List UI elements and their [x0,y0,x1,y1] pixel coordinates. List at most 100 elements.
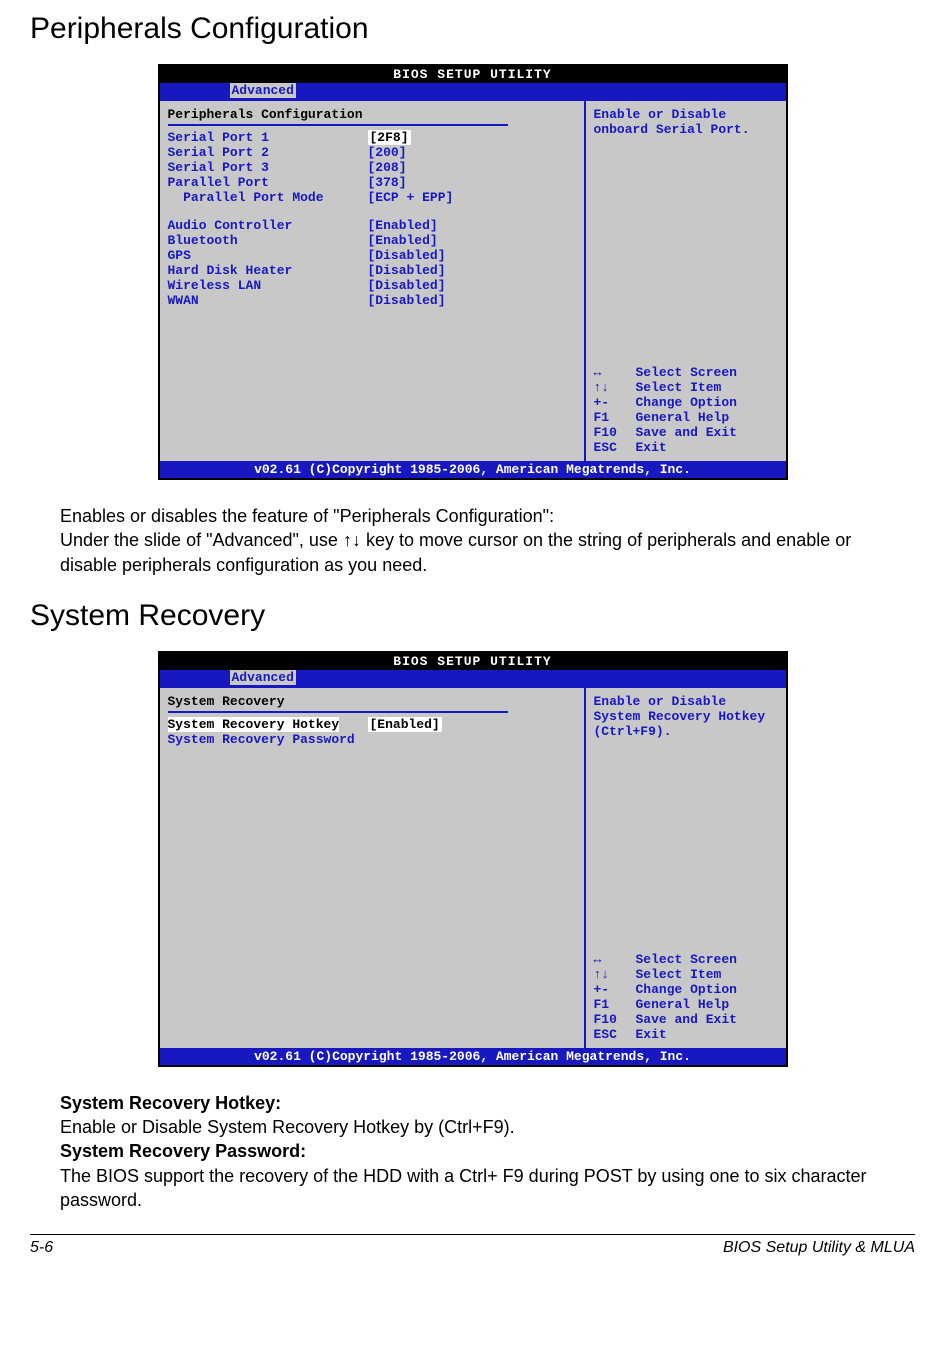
key-desc: Change Option [636,982,737,997]
key-desc: General Help [636,997,730,1012]
key-hint: ↔Select Screen [594,952,778,967]
bios-main-panel: System Recovery System Recovery Hotkey[E… [160,688,586,1048]
setting-value: [Enabled] [368,717,442,732]
bios-screenshot-peripherals: BIOS SETUP UTILITY Advanced Peripherals … [158,64,788,480]
bios-setting-row: Serial Port 2 [200] [168,145,576,160]
setting-label: Audio Controller [168,218,368,233]
key-hint: F10Save and Exit [594,425,778,440]
key-name: F10 [594,1012,636,1027]
bios-setting-row: Hard Disk Heater [Disabled] [168,263,576,278]
key-name: +- [594,395,636,410]
recovery-description: System Recovery Hotkey: Enable or Disabl… [60,1091,885,1212]
setting-label: Serial Port 1 [168,130,368,145]
setting-value: [208] [368,160,407,175]
bios-tabbar: Advanced [160,83,786,101]
bios-setting-row: System Recovery Hotkey[Enabled] [168,717,576,732]
footer-title: BIOS Setup Utility & MLUA [723,1239,915,1257]
key-desc: Save and Exit [636,425,737,440]
key-desc: Select Screen [636,952,737,967]
bios-tab-advanced: Advanced [230,670,296,685]
divider [168,124,508,126]
key-hint: F1General Help [594,997,778,1012]
key-hint: +-Change Option [594,982,778,997]
key-name: F1 [594,997,636,1012]
setting-label: WWAN [168,293,368,308]
setting-label: Bluetooth [168,233,368,248]
bios-setting-row: Wireless LAN [Disabled] [168,278,576,293]
bios-setting-row: System Recovery Password [168,732,576,747]
setting-label: System Recovery Password [168,732,368,747]
peripherals-description: Enables or disables the feature of "Peri… [60,504,885,577]
key-desc: Exit [636,1027,667,1042]
key-name: ↑↓ [594,380,636,395]
key-desc: Change Option [636,395,737,410]
bios-title: BIOS SETUP UTILITY [160,653,786,670]
bios-key-legend: ↔Select Screen↑↓Select Item+-Change Opti… [594,952,778,1042]
key-desc: Select Screen [636,365,737,380]
heading-system-recovery: System Recovery [30,599,915,633]
key-hint: +-Change Option [594,395,778,410]
setting-value: [Enabled] [368,218,438,233]
key-hint: ESCExit [594,1027,778,1042]
updown-arrow-icon: ↑↓ [343,530,361,550]
setting-value: [Disabled] [368,293,446,308]
key-name: ↔ [594,952,636,967]
bios-setting-row: Audio Controller [Enabled] [168,218,576,233]
bios-setting-row: WWAN [Disabled] [168,293,576,308]
setting-label: GPS [168,248,368,263]
key-name: ESC [594,1027,636,1042]
key-hint: ↑↓Select Item [594,380,778,395]
setting-value: [ECP + EPP] [368,190,454,205]
heading-peripherals: Peripherals Configuration [30,12,915,46]
key-name: F10 [594,425,636,440]
key-name: ↔ [594,365,636,380]
bios-setting-row: Parallel Port [378] [168,175,576,190]
setting-value: [Enabled] [368,233,438,248]
bios-side-panel: Enable or Disable onboard Serial Port. ↔… [586,101,786,461]
setting-value: [378] [368,175,407,190]
setting-label: Parallel Port Mode [168,190,368,205]
bios-panel-title: System Recovery [168,694,576,709]
bios-main-panel: Peripherals Configuration Serial Port 1 … [160,101,586,461]
bios-copyright: v02.61 (C)Copyright 1985-2006, American … [160,1048,786,1065]
bios-help-text: Enable or Disable System Recovery Hotkey… [594,694,778,784]
bios-screenshot-recovery: BIOS SETUP UTILITY Advanced System Recov… [158,651,788,1067]
bios-setting-row: Parallel Port Mode [ECP + EPP] [168,190,576,205]
key-desc: Save and Exit [636,1012,737,1027]
setting-label: Hard Disk Heater [168,263,368,278]
bios-copyright: v02.61 (C)Copyright 1985-2006, American … [160,461,786,478]
bios-key-legend: ↔Select Screen↑↓Select Item+-Change Opti… [594,365,778,455]
setting-label: System Recovery Hotkey [168,717,368,732]
page-number: 5-6 [30,1239,53,1257]
bios-help-text: Enable or Disable onboard Serial Port. [594,107,778,197]
bios-title: BIOS SETUP UTILITY [160,66,786,83]
key-name: +- [594,982,636,997]
key-name: F1 [594,410,636,425]
setting-value: [Disabled] [368,248,446,263]
setting-value: [Disabled] [368,263,446,278]
setting-label: Wireless LAN [168,278,368,293]
key-desc: General Help [636,410,730,425]
key-name: ESC [594,440,636,455]
bios-setting-row: Serial Port 3 [208] [168,160,576,175]
bios-setting-row: GPS [Disabled] [168,248,576,263]
page-footer: 5-6 BIOS Setup Utility & MLUA [30,1234,915,1257]
bios-setting-row: Serial Port 1 [2F8] [168,130,576,145]
key-desc: Exit [636,440,667,455]
key-desc: Select Item [636,380,722,395]
bios-tab-advanced: Advanced [230,83,296,98]
key-name: ↑↓ [594,967,636,982]
bios-setting-row: Bluetooth [Enabled] [168,233,576,248]
key-hint: F10Save and Exit [594,1012,778,1027]
setting-value: [2F8] [368,130,411,145]
divider [168,711,508,713]
setting-label: Serial Port 3 [168,160,368,175]
key-hint: ESCExit [594,440,778,455]
setting-value: [200] [368,145,407,160]
setting-value: [Disabled] [368,278,446,293]
key-hint: F1General Help [594,410,778,425]
key-hint: ↑↓Select Item [594,967,778,982]
key-desc: Select Item [636,967,722,982]
bios-side-panel: Enable or Disable System Recovery Hotkey… [586,688,786,1048]
bios-tabbar: Advanced [160,670,786,688]
